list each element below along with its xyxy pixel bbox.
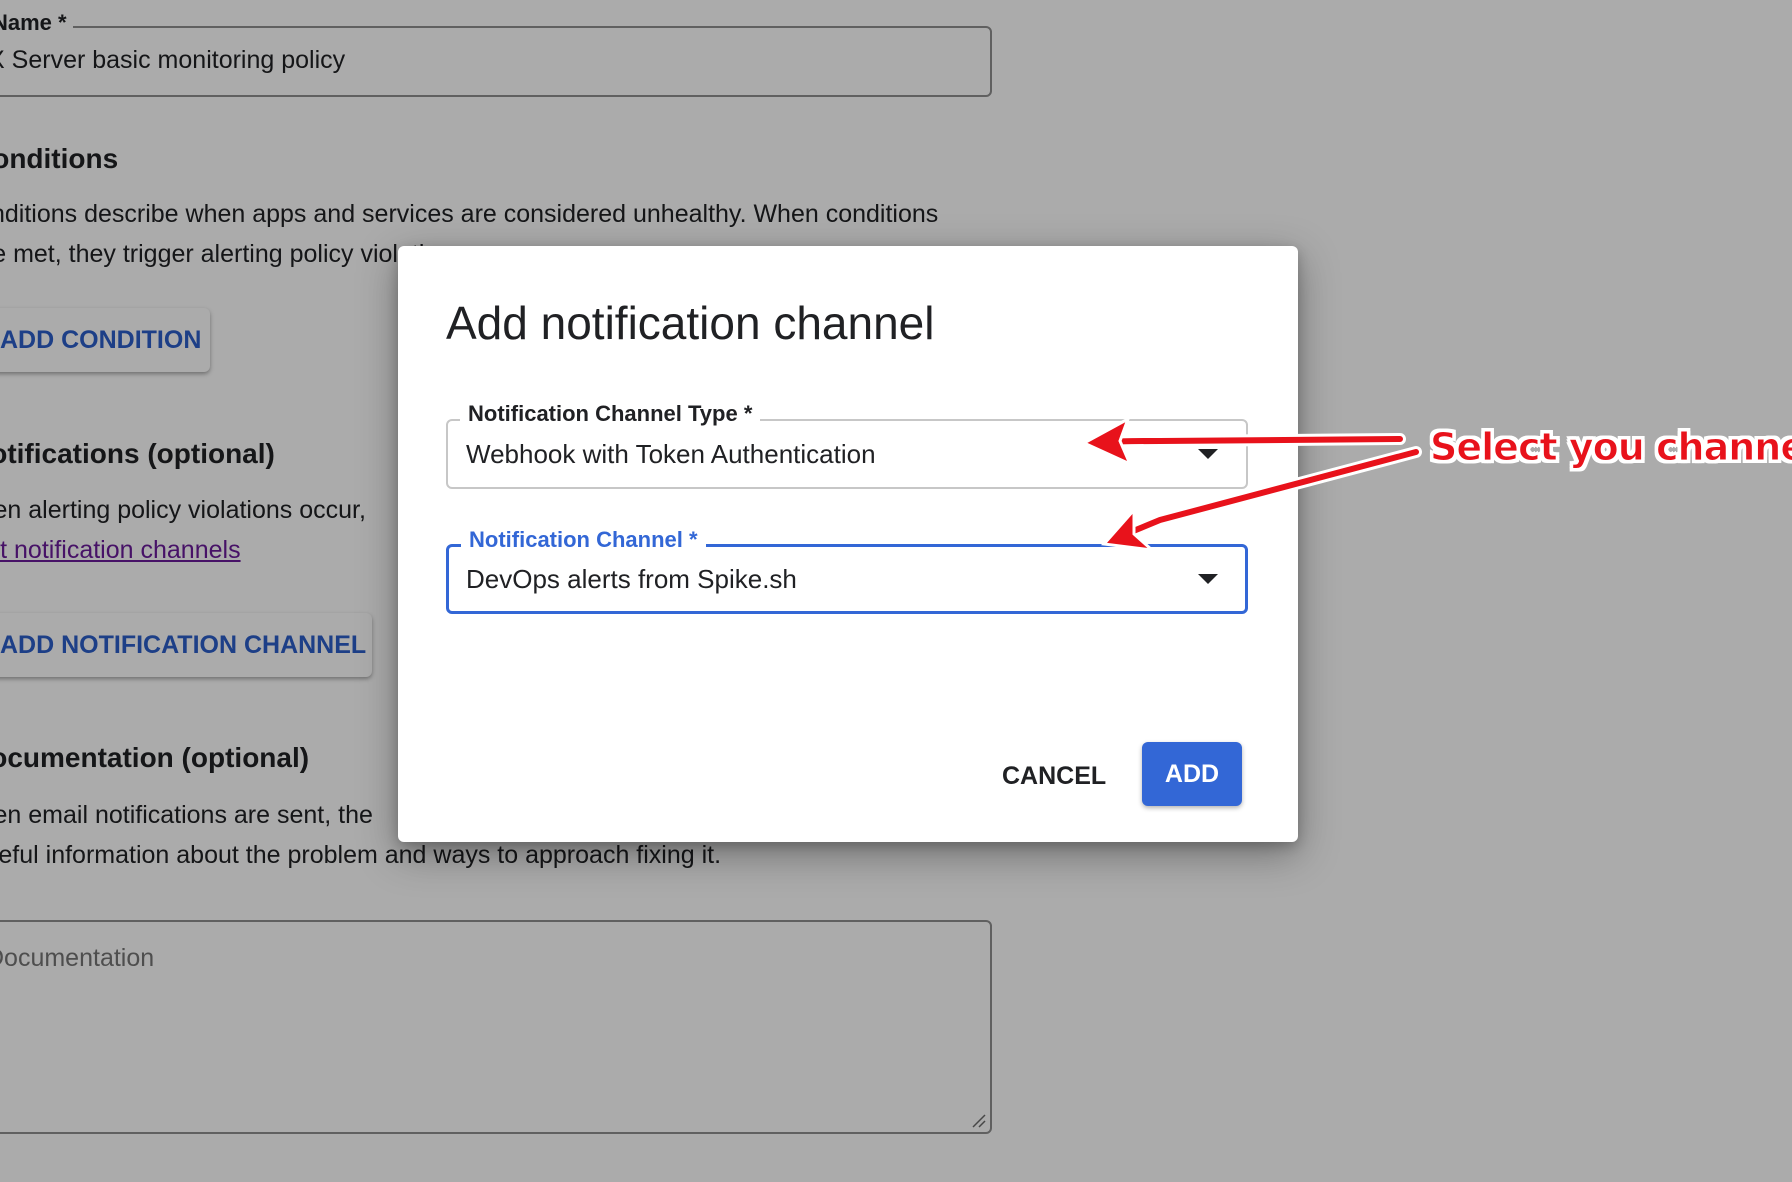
channel-type-label: Notification Channel Type *: [460, 401, 761, 427]
cancel-button-label: CANCEL: [1002, 761, 1107, 790]
cancel-button[interactable]: CANCEL: [986, 744, 1122, 808]
channel-value: DevOps alerts from Spike.sh: [466, 564, 797, 594]
add-button-label: ADD: [1164, 759, 1220, 788]
chevron-down-icon: [1198, 449, 1218, 459]
dialog-title: Add notification channel: [446, 297, 935, 349]
add-button[interactable]: ADD: [1142, 742, 1242, 806]
chevron-down-icon: [1198, 574, 1218, 584]
annotation-callout: Select you channel: [1429, 425, 1792, 470]
channel-label: Notification Channel *: [461, 527, 706, 553]
channel-select[interactable]: Notification Channel * DevOps alerts fro…: [446, 527, 1248, 614]
channel-type-value: Webhook with Token Authentication: [466, 439, 876, 469]
add-notification-channel-dialog: Add notification channel Notification Ch…: [398, 246, 1298, 842]
channel-type-select[interactable]: Notification Channel Type * Webhook with…: [446, 401, 1248, 489]
